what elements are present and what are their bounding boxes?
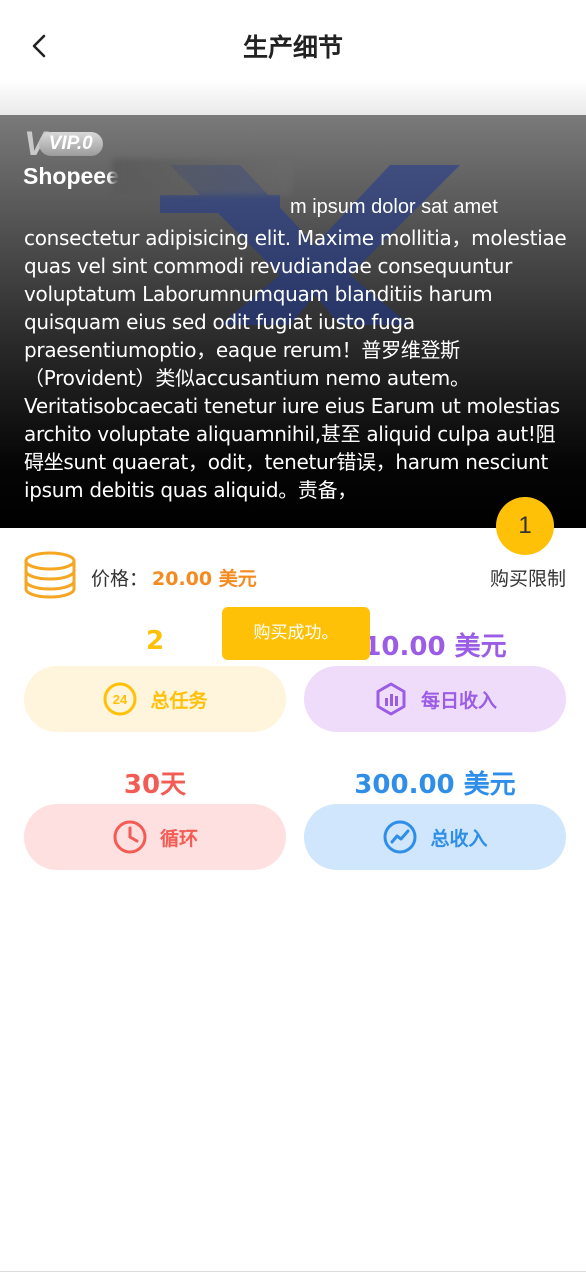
clock-24-icon: 24 — [103, 682, 137, 716]
purchase-limit-badge: 1 — [496, 497, 554, 555]
trend-line-icon — [383, 820, 417, 854]
product-description: consectetur adipisicing elit. Maxime mol… — [24, 226, 567, 502]
total-income-label: 总收入 — [430, 827, 488, 850]
product-banner: V VIP.0 Shopeee m ipsum dolor sat amet c… — [0, 115, 586, 528]
total-tasks-card: 24 总任务 — [24, 666, 286, 732]
svg-text:24: 24 — [113, 692, 128, 707]
purchase-success-toast: 购买成功。 — [222, 607, 370, 660]
coins-icon — [24, 551, 76, 599]
cycle-value: 30天 — [123, 770, 187, 800]
vip-badge: V VIP.0 — [24, 127, 103, 161]
daily-income-card: 每日收入 — [304, 666, 566, 732]
blurred-overlay — [112, 159, 292, 195]
price-label: 价格： — [91, 568, 149, 590]
total-tasks-label: 总任务 — [150, 689, 208, 712]
total-income-value: 300.00 美元 — [354, 770, 516, 800]
vip-level: VIP.0 — [38, 132, 103, 156]
cycle-label: 循环 — [159, 827, 198, 850]
total-income-card: 总收入 — [304, 804, 566, 870]
cycle-card: 循环 — [24, 804, 286, 870]
bottom-divider — [0, 1271, 586, 1272]
daily-income-label: 每日收入 — [420, 689, 497, 712]
product-name: Shopeee — [23, 163, 119, 189]
description-first-line: m ipsum dolor sat amet — [290, 196, 498, 218]
page-title: 生产细节 — [242, 33, 343, 62]
clock-icon — [113, 820, 147, 854]
chart-hexagon-icon — [376, 682, 406, 716]
purchase-limit-label: 购买限制 — [489, 568, 566, 590]
price-value: 20.00 美元 — [152, 568, 257, 590]
header-bar: 生产细节 — [0, 0, 586, 92]
header-shadow — [0, 80, 586, 116]
